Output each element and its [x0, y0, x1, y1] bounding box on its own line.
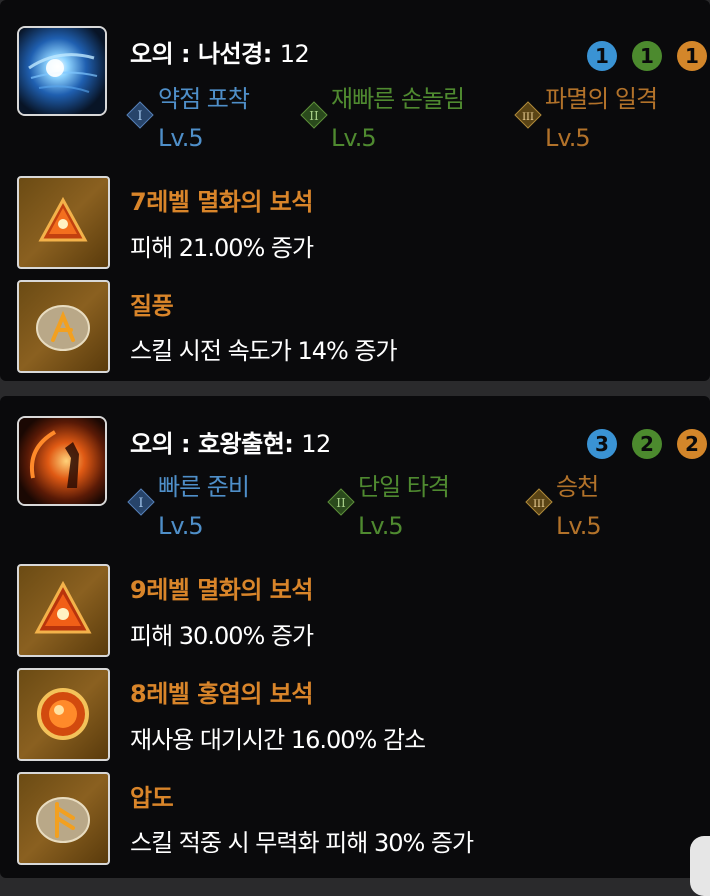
gem-description: 피해 30.00% 증가	[130, 622, 314, 650]
skill-title: 오의 : 나선경	[130, 40, 263, 68]
skill-level-separator: :	[284, 430, 294, 458]
tripod-2-level: Lv.5	[358, 512, 404, 540]
tripod-1-level: Lv.5	[158, 512, 204, 540]
tripod-2-name: 단일 타격	[358, 473, 450, 501]
tier3-count-badge: 1	[677, 41, 707, 71]
tier2-count-badge: 2	[632, 429, 662, 459]
round-gem-icon[interactable]	[17, 668, 110, 761]
gem-description: 재사용 대기시간 16.00% 감소	[130, 726, 426, 754]
svg-text:II: II	[309, 109, 319, 123]
skill-level: 12	[279, 40, 310, 68]
tier2-count-badge: 1	[632, 41, 662, 71]
rune-description: 스킬 적중 시 무력화 피해 30% 증가	[130, 829, 474, 857]
gem-title: 9레벨 멸화의 보석	[130, 576, 313, 604]
tripod-2-level: Lv.5	[331, 124, 377, 152]
skill-card-naseongyeong: 오의 : 나선경: 12 1 1 1 I 약점 포착 Lv.5 II 재빠른 손…	[0, 0, 710, 381]
tripod-1-name: 약점 포착	[158, 85, 250, 113]
rune-title: 질풍	[130, 292, 174, 320]
tripod-3-level: Lv.5	[545, 124, 591, 152]
tier3-diamond-icon: III	[525, 488, 553, 516]
tier1-diamond-icon: I	[126, 101, 154, 129]
spiral-energy-skill-icon[interactable]	[17, 26, 107, 116]
skill-card-howangchulhyeon: 오의 : 호왕출현: 12 3 2 2 I 빠른 준비 Lv.5 II 단일 타…	[0, 396, 710, 878]
tripod-1-level: Lv.5	[158, 124, 204, 152]
gem-description: 피해 21.00% 증가	[130, 234, 314, 262]
tripod-3-level: Lv.5	[556, 512, 602, 540]
tier3-diamond-icon: III	[514, 101, 542, 129]
skill-name: 오의 : 나선경: 12	[130, 34, 310, 69]
rune-title: 압도	[130, 784, 174, 812]
triangle-gem-icon[interactable]	[17, 564, 110, 657]
tier2-diamond-icon: II	[300, 101, 328, 129]
tier1-count-badge: 1	[587, 41, 617, 71]
tripod-3-name: 승천	[556, 473, 599, 501]
floating-button[interactable]	[690, 836, 710, 896]
rune-stone-icon[interactable]	[17, 772, 110, 865]
tier1-count-badge: 3	[587, 429, 617, 459]
rune-description: 스킬 시전 속도가 14% 증가	[130, 337, 398, 365]
rune-stone-icon[interactable]	[17, 280, 110, 373]
tripod-1-name: 빠른 준비	[158, 473, 250, 501]
tier1-diamond-icon: I	[127, 488, 155, 516]
skill-name: 오의 : 호왕출현: 12	[130, 424, 331, 459]
svg-text:I: I	[138, 496, 143, 511]
skill-level: 12	[301, 430, 331, 458]
svg-text:III: III	[522, 112, 534, 123]
tripod-2-name: 재빠른 손놀림	[331, 85, 465, 113]
gem-title: 8레벨 홍염의 보석	[130, 680, 313, 708]
svg-text:II: II	[336, 496, 346, 510]
svg-text:I: I	[137, 109, 142, 124]
tier2-diamond-icon: II	[327, 488, 355, 516]
tier3-count-badge: 2	[677, 429, 707, 459]
triangle-gem-icon[interactable]	[17, 176, 110, 269]
svg-text:III: III	[533, 499, 545, 510]
skill-title: 오의 : 호왕출현	[130, 430, 285, 458]
tripod-3-name: 파멸의 일격	[545, 85, 658, 113]
fire-tiger-skill-icon[interactable]	[17, 416, 107, 506]
skill-level-separator: :	[262, 40, 273, 68]
gem-title: 7레벨 멸화의 보석	[130, 188, 313, 216]
